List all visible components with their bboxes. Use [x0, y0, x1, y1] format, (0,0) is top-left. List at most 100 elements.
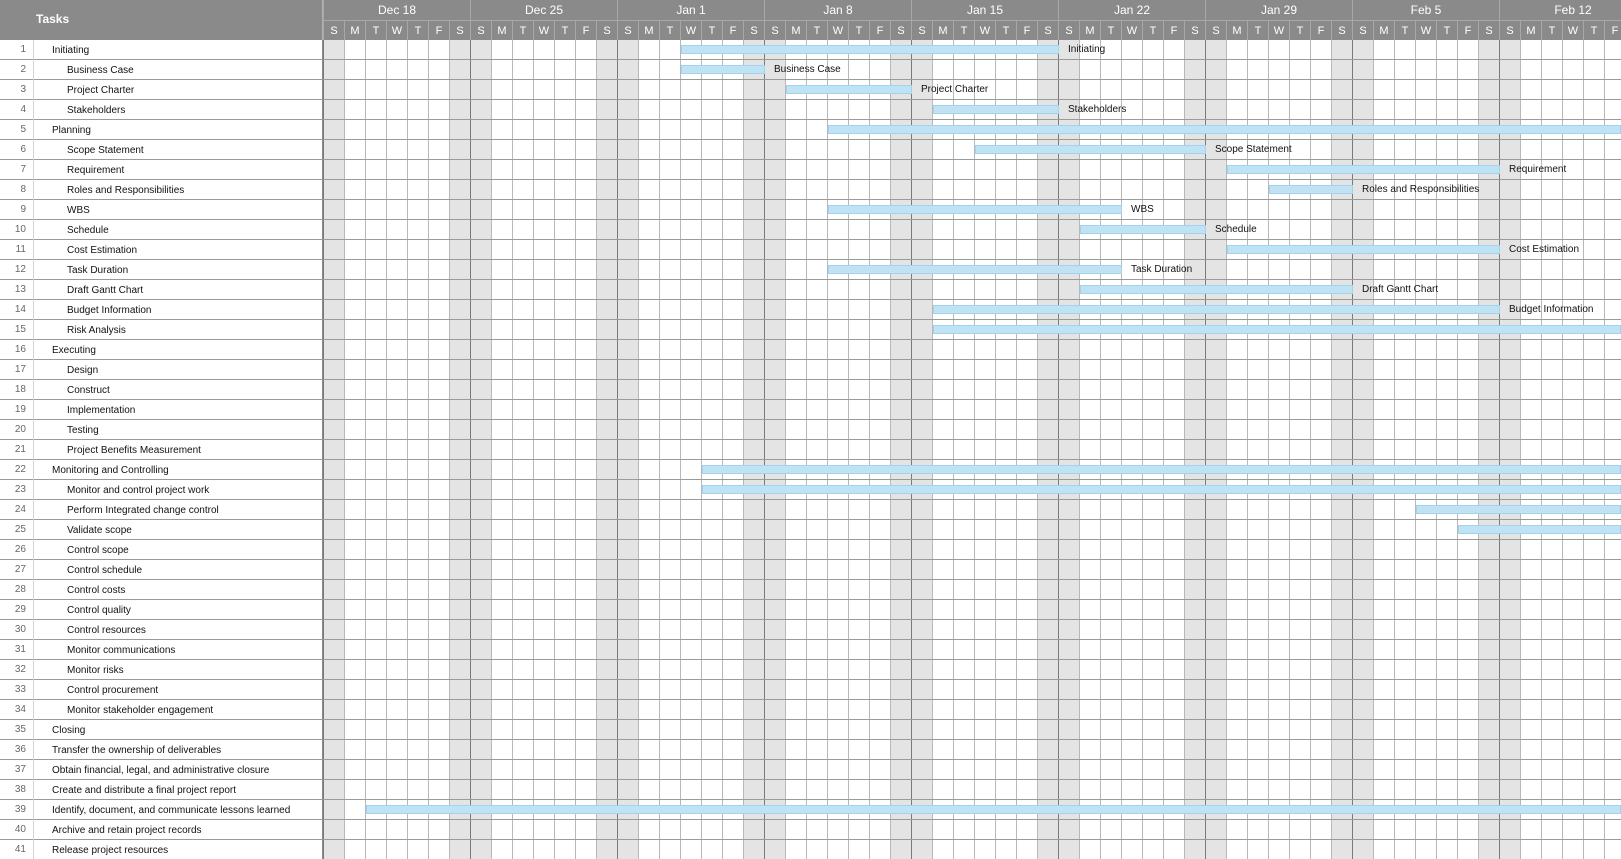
day-label: S [449, 20, 470, 40]
task-row[interactable]: 12 Task Duration [0, 260, 323, 280]
task-name: Testing [67, 425, 99, 436]
task-row[interactable]: 32 Monitor risks [0, 660, 323, 680]
task-bar-label: Stakeholders [1068, 104, 1127, 115]
task-row[interactable]: 1 Initiating [0, 40, 323, 60]
day-column [806, 40, 827, 859]
task-row[interactable]: 20 Testing [0, 420, 323, 440]
task-bar[interactable] [366, 805, 1621, 814]
day-column [533, 40, 554, 859]
task-row[interactable]: 21 Project Benefits Measurement [0, 440, 323, 460]
day-column [1373, 40, 1394, 859]
task-row[interactable]: 29 Control quality [0, 600, 323, 620]
day-label: S [470, 20, 491, 40]
task-bar[interactable] [1227, 245, 1500, 254]
task-bar[interactable] [1416, 505, 1621, 514]
task-row[interactable]: 13 Draft Gantt Chart [0, 280, 323, 300]
task-bar[interactable] [1080, 285, 1353, 294]
task-bar[interactable] [933, 105, 1059, 114]
task-row[interactable]: 35 Closing [0, 720, 323, 740]
task-bar[interactable] [1458, 525, 1621, 534]
task-row[interactable]: 4 Stakeholders [0, 100, 323, 120]
task-bar[interactable] [975, 145, 1206, 154]
day-column [1142, 40, 1163, 859]
day-column [1499, 40, 1520, 859]
row-gridline [323, 659, 1621, 660]
day-label: W [1562, 20, 1583, 40]
task-bar[interactable] [681, 65, 765, 74]
task-bar[interactable] [1080, 225, 1206, 234]
task-bar[interactable] [828, 265, 1122, 274]
task-row[interactable]: 27 Control schedule [0, 560, 323, 580]
task-bar[interactable] [681, 45, 1059, 54]
row-gridline [323, 599, 1621, 600]
task-row[interactable]: 7 Requirement [0, 160, 323, 180]
day-column [617, 40, 638, 859]
task-bar[interactable] [1227, 165, 1500, 174]
task-row[interactable]: 14 Budget Information [0, 300, 323, 320]
row-gridline [323, 839, 1621, 840]
task-row[interactable]: 8 Roles and Responsibilities [0, 180, 323, 200]
day-label: W [680, 20, 701, 40]
task-row[interactable]: 17 Design [0, 360, 323, 380]
task-bar[interactable] [1269, 185, 1353, 194]
day-label: M [491, 20, 512, 40]
task-bar[interactable] [702, 465, 1621, 474]
task-bar[interactable] [933, 325, 1621, 334]
task-bar[interactable] [786, 85, 912, 94]
task-row[interactable]: 2 Business Case [0, 60, 323, 80]
day-label: T [953, 20, 974, 40]
day-column [1457, 40, 1478, 859]
task-bar[interactable] [828, 125, 1621, 134]
task-row[interactable]: 3 Project Charter [0, 80, 323, 100]
task-row[interactable]: 34 Monitor stakeholder engagement [0, 700, 323, 720]
row-number: 34 [14, 704, 26, 715]
task-row[interactable]: 11 Cost Estimation [0, 240, 323, 260]
task-row[interactable]: 38 Create and distribute a final project … [0, 780, 323, 800]
row-number: 7 [20, 164, 26, 175]
task-row[interactable]: 10 Schedule [0, 220, 323, 240]
day-column [1436, 40, 1457, 859]
task-row[interactable]: 26 Control scope [0, 540, 323, 560]
task-row[interactable]: 31 Monitor communications [0, 640, 323, 660]
day-column [932, 40, 953, 859]
task-row[interactable]: 33 Control procurement [0, 680, 323, 700]
task-row[interactable]: 37 Obtain financial, legal, and administr… [0, 760, 323, 780]
task-bar[interactable] [828, 205, 1122, 214]
day-column [344, 40, 365, 859]
task-row[interactable]: 19 Implementation [0, 400, 323, 420]
row-number: 40 [14, 824, 26, 835]
task-row[interactable]: 25 Validate scope [0, 520, 323, 540]
day-column [365, 40, 386, 859]
task-row[interactable]: 30 Control resources [0, 620, 323, 640]
task-row[interactable]: 15 Risk Analysis [0, 320, 323, 340]
task-bar[interactable] [702, 485, 1621, 494]
task-bar[interactable] [933, 305, 1500, 314]
day-label: S [1184, 20, 1205, 40]
row-gridline [323, 99, 1621, 100]
row-number: 23 [14, 484, 26, 495]
row-gridline [323, 699, 1621, 700]
day-label: T [806, 20, 827, 40]
task-row[interactable]: 40 Archive and retain project records [0, 820, 323, 840]
row-gridline [323, 79, 1621, 80]
task-row[interactable]: 36 Transfer the ownership of deliverables [0, 740, 323, 760]
day-label: T [1100, 20, 1121, 40]
task-row[interactable]: 9 WBS [0, 200, 323, 220]
task-row[interactable]: 6 Scope Statement [0, 140, 323, 160]
day-label: S [1352, 20, 1373, 40]
task-row[interactable]: 16 Executing [0, 340, 323, 360]
task-name: Cost Estimation [67, 245, 138, 256]
task-row[interactable]: 18 Construct [0, 380, 323, 400]
task-name: Monitoring and Controlling [52, 465, 169, 476]
task-row[interactable]: 22 Monitoring and Controlling [0, 460, 323, 480]
task-row[interactable]: 5 Planning [0, 120, 323, 140]
row-number: 27 [14, 564, 26, 575]
task-row[interactable]: 39 Identify, document, and communicate le… [0, 800, 323, 820]
task-name: Obtain financial, legal, and administrat… [52, 765, 270, 776]
task-row[interactable]: 24 Perform Integrated change control [0, 500, 323, 520]
task-row[interactable]: 41 Release project resources [0, 840, 323, 859]
week-label: Jan 29 [1205, 0, 1352, 20]
task-row[interactable]: 23 Monitor and control project work [0, 480, 323, 500]
task-row[interactable]: 28 Control costs [0, 580, 323, 600]
day-label: S [596, 20, 617, 40]
